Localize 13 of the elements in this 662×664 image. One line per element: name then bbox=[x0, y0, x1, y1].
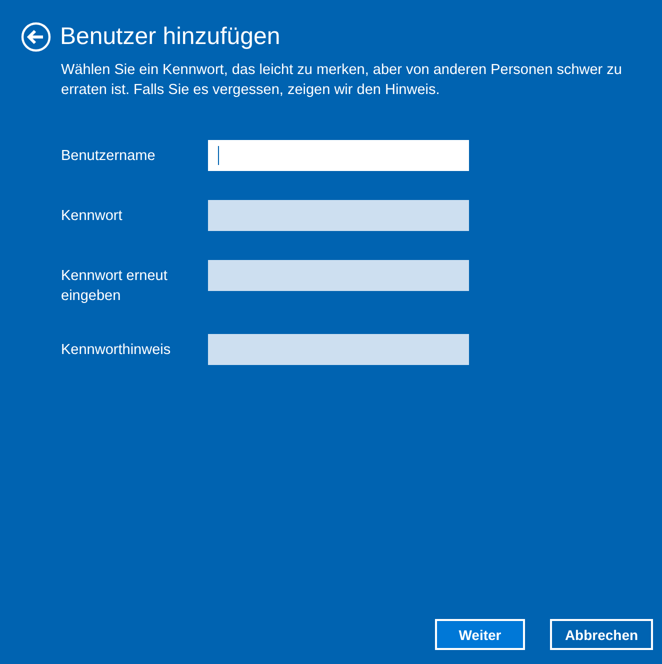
field-label: Kennworthinweis bbox=[61, 341, 172, 360]
field-label: Kennwort erneut eingeben bbox=[61, 267, 168, 306]
input-field[interactable] bbox=[208, 200, 469, 231]
cancel-button[interactable]: Abbrechen bbox=[550, 619, 653, 650]
field-label: Benutzername bbox=[61, 147, 156, 166]
input-field[interactable] bbox=[208, 334, 469, 365]
input-field[interactable] bbox=[208, 140, 469, 171]
next-button[interactable]: Weiter bbox=[435, 619, 525, 650]
field-label: Kennwort bbox=[61, 207, 124, 226]
page-title: Benutzer hinzufügen bbox=[60, 22, 280, 52]
description-text: Wählen Sie ein Kennwort, das leicht zu merken, aber von anderen Personen schwer zu erraten ist. Falls Sie es vergessen, zeigen wir den Hinweis. bbox=[61, 61, 623, 100]
input-field[interactable] bbox=[208, 260, 469, 291]
back-icon[interactable] bbox=[21, 22, 51, 52]
